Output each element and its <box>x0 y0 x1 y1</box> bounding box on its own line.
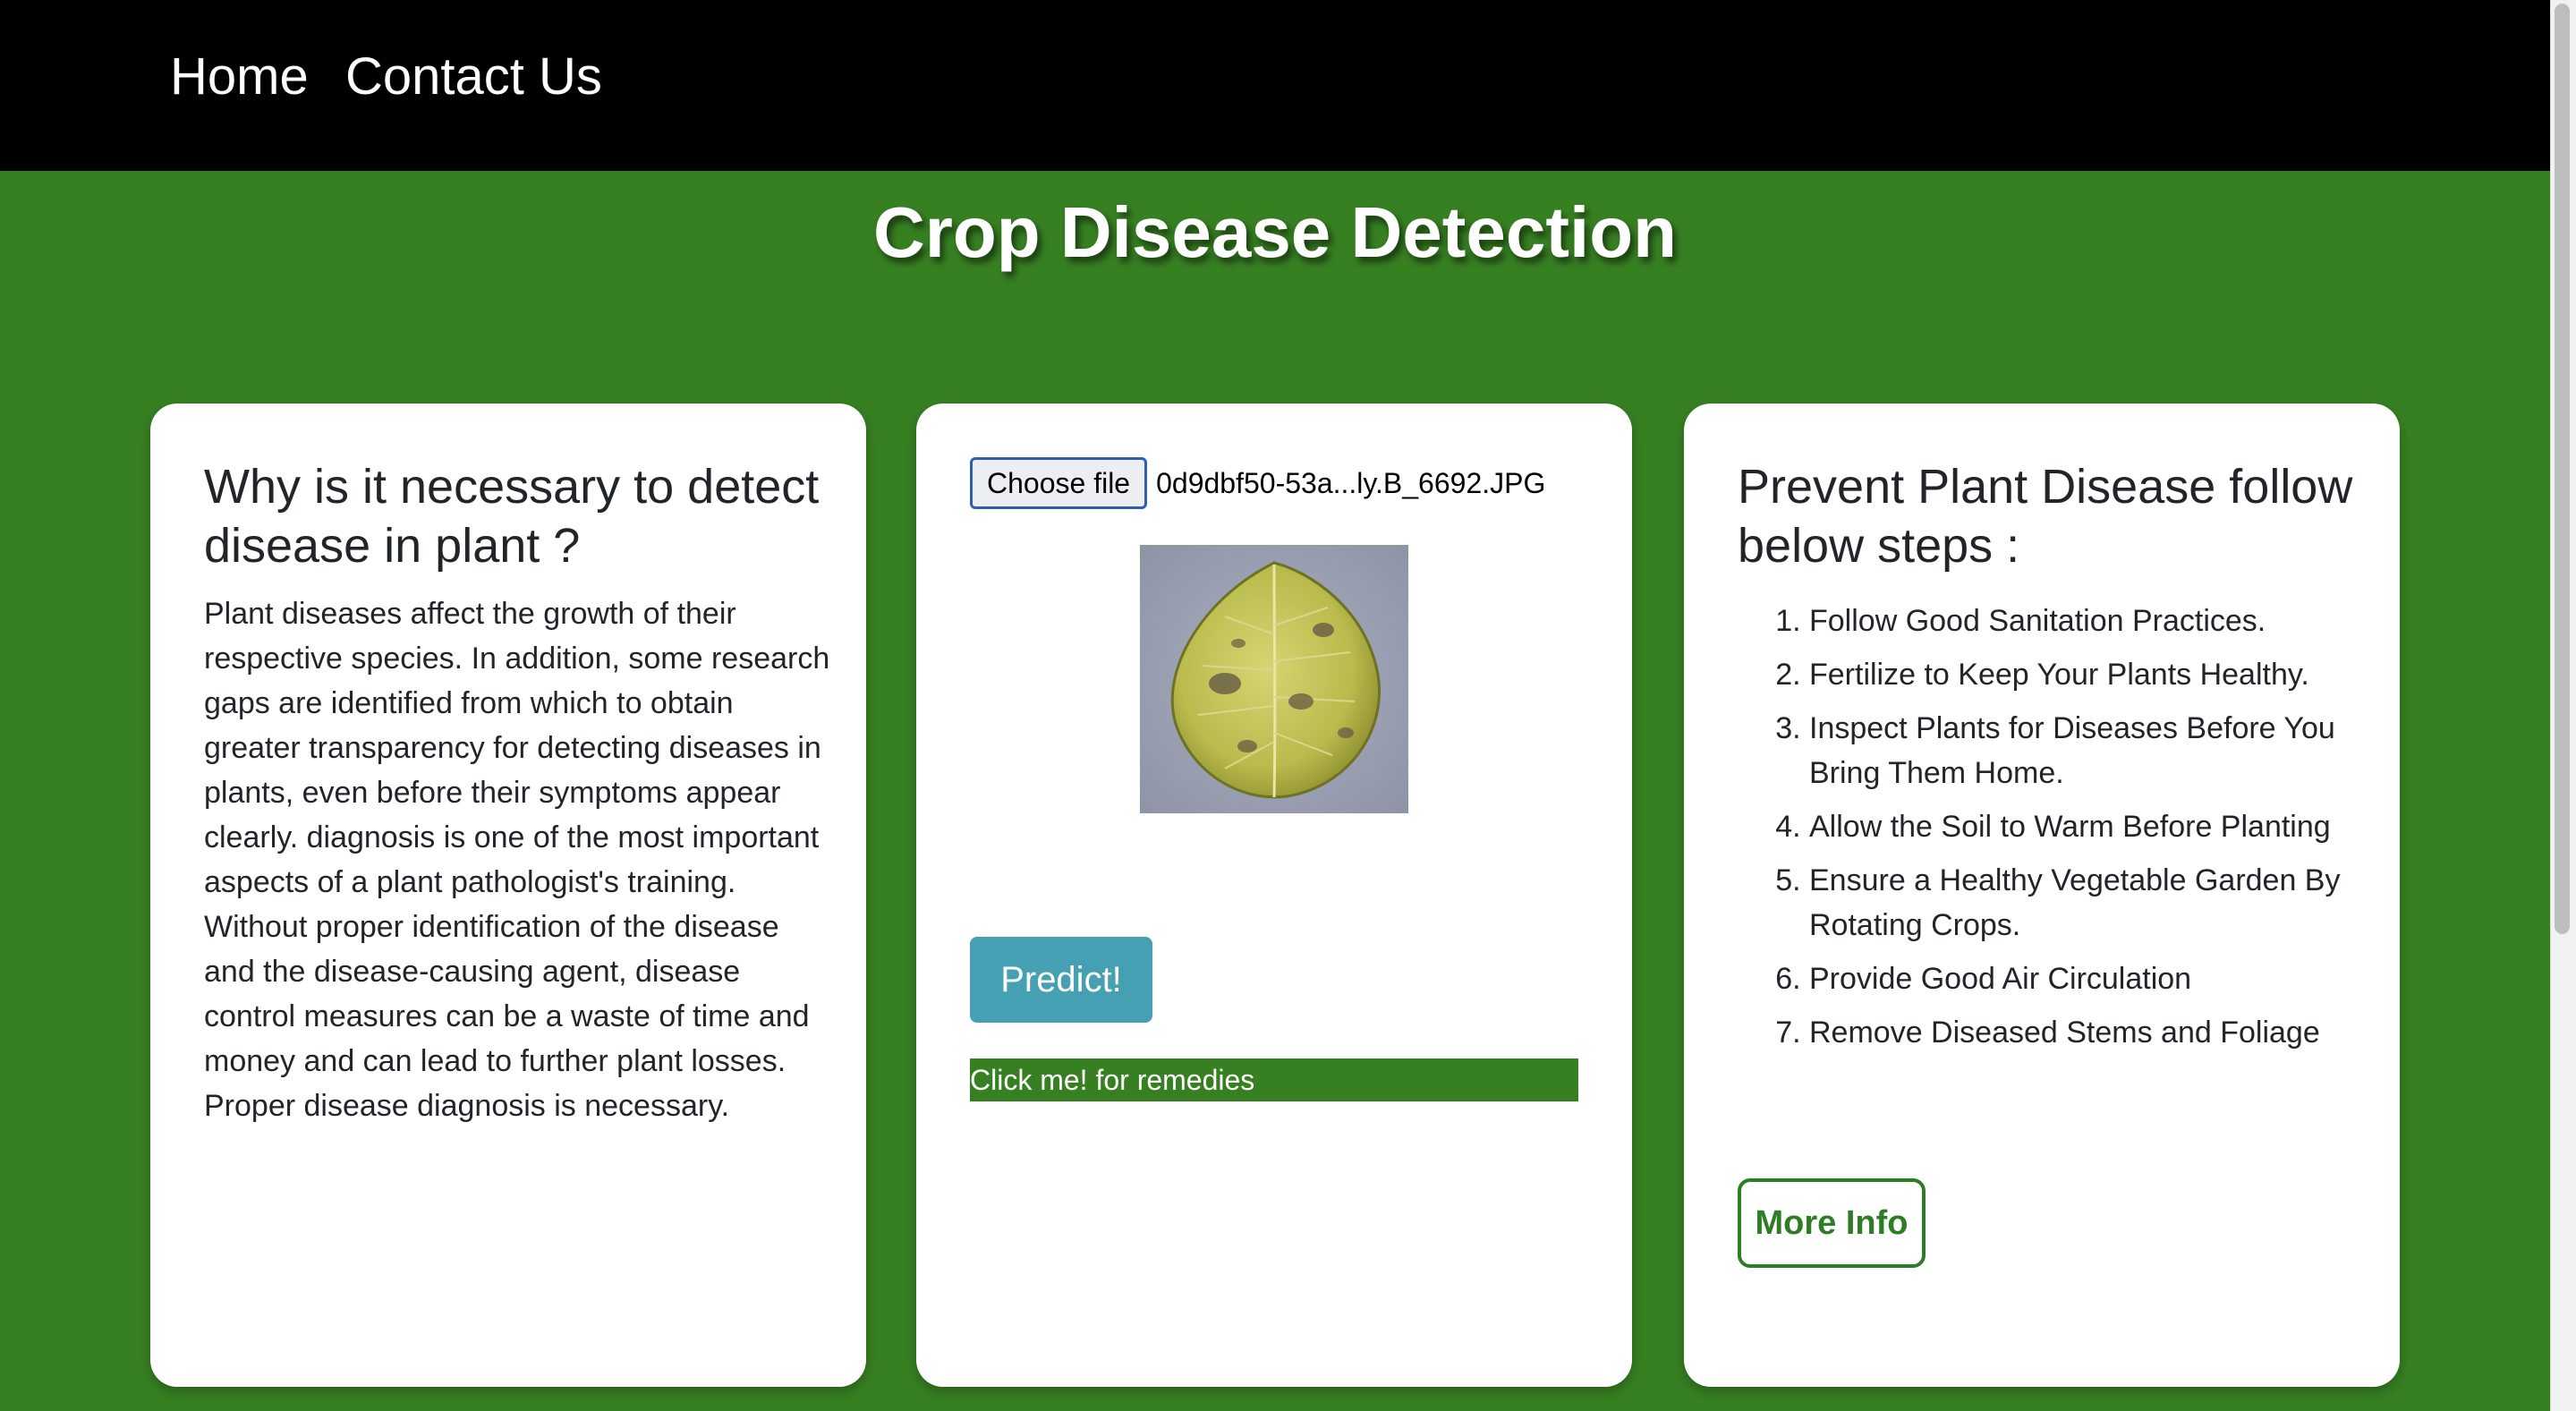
nav-contact-link[interactable]: Contact Us <box>345 43 602 111</box>
scrollbar-thumb[interactable] <box>2555 4 2570 934</box>
choose-file-button[interactable]: Choose file <box>970 457 1148 509</box>
upload-card: Choose file 0d9dbf50-53a...ly.B_6692.JPG <box>916 404 1632 1387</box>
remedies-button[interactable]: Click me! for remedies <box>970 1058 1578 1101</box>
prevention-step: Inspect Plants for Diseases Before You B… <box>1809 706 2364 795</box>
file-input: Choose file 0d9dbf50-53a...ly.B_6692.JPG <box>970 457 1545 509</box>
prevention-card: Prevent Plant Disease follow below steps… <box>1684 404 2400 1387</box>
prevention-step: Remove Diseased Stems and Foliage <box>1809 1010 2364 1055</box>
predict-button[interactable]: Predict! <box>970 937 1152 1023</box>
prevention-step: Fertilize to Keep Your Plants Healthy. <box>1809 652 2364 697</box>
prevention-steps-list: Follow Good Sanitation Practices. Fertil… <box>1738 599 2364 1064</box>
page: Home Contact Us Crop Disease Detection W… <box>0 0 2576 1411</box>
prevention-step: Allow the Soil to Warm Before Planting <box>1809 804 2364 849</box>
prevention-card-title: Prevent Plant Disease follow below steps… <box>1738 460 2353 573</box>
info-card-title: Why is it necessary to detect disease in… <box>204 460 820 573</box>
selected-file-name: 0d9dbf50-53a...ly.B_6692.JPG <box>1156 466 1546 499</box>
info-card: Why is it necessary to detect disease in… <box>150 404 866 1387</box>
prevention-step: Follow Good Sanitation Practices. <box>1809 599 2364 643</box>
more-info-button[interactable]: More Info <box>1738 1178 1926 1268</box>
info-card-body: Plant diseases affect the growth of thei… <box>204 597 830 1123</box>
top-navbar: Home Contact Us <box>0 0 2550 171</box>
prevention-step: Ensure a Healthy Vegetable Garden By Rot… <box>1809 858 2364 948</box>
page-title: Crop Disease Detection <box>872 192 1678 272</box>
prevention-step: Provide Good Air Circulation <box>1809 956 2364 1001</box>
leaf-preview-image <box>1140 545 1408 813</box>
nav-home-link[interactable]: Home <box>170 43 309 111</box>
